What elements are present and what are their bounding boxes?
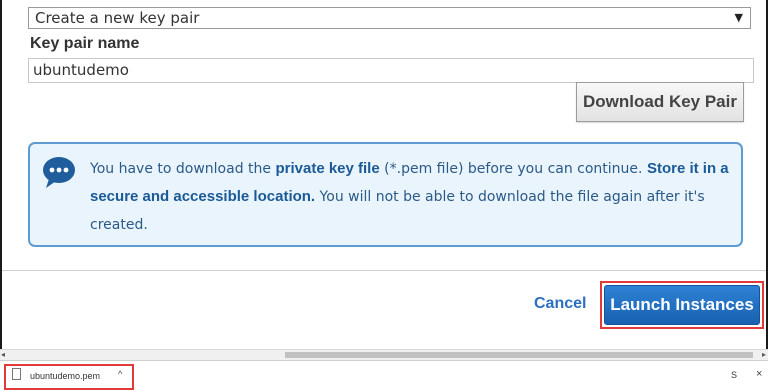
download-file-name[interactable]: ubuntudemo.pem — [30, 371, 100, 381]
scrollbar-thumb[interactable] — [285, 352, 753, 358]
download-key-pair-button[interactable]: Download Key Pair — [576, 82, 744, 122]
close-icon[interactable]: × — [756, 368, 762, 380]
scroll-right-icon[interactable]: ▸ — [762, 350, 766, 360]
chevron-up-icon[interactable]: ^ — [118, 369, 122, 379]
file-icon — [12, 368, 21, 380]
footer-divider — [2, 270, 766, 271]
chevron-down-icon[interactable]: ▼ — [735, 8, 743, 28]
download-shelf: ubuntudemo.pem ^ S × — [0, 360, 768, 391]
info-message: You have to download the private key fil… — [90, 155, 738, 239]
key-pair-select[interactable]: Create a new key pair ▼ — [28, 7, 751, 29]
launch-instances-button[interactable]: Launch Instances — [604, 285, 760, 325]
show-all-link[interactable]: S — [731, 370, 737, 380]
info-text-2: (*.pem file) before you can continue. — [379, 161, 647, 177]
info-bold-1: private key file — [275, 160, 380, 177]
scroll-left-icon[interactable]: ◂ — [1, 350, 5, 360]
cancel-button[interactable]: Cancel — [534, 295, 586, 313]
frame-border-left — [0, 0, 2, 349]
chat-bubble-icon — [43, 157, 75, 188]
info-alert: You have to download the private key fil… — [28, 142, 743, 247]
key-pair-select-value: Create a new key pair — [35, 9, 200, 27]
key-pair-name-input[interactable]: ubuntudemo — [28, 58, 754, 83]
horizontal-scrollbar[interactable]: ◂ ▸ — [0, 349, 768, 360]
info-text-1: You have to download the — [90, 161, 276, 177]
key-pair-name-label: Key pair name — [30, 35, 140, 52]
